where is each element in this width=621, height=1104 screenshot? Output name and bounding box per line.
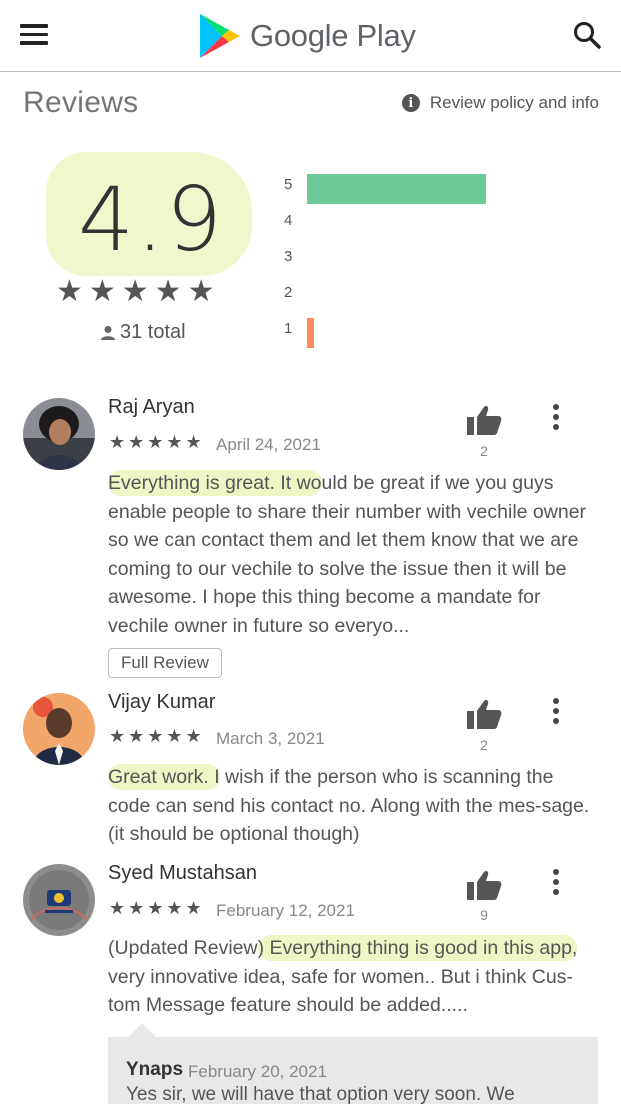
review-stars: ★★★★★ xyxy=(109,898,205,918)
reply-text: Yes sir, we will have that option very s… xyxy=(126,1084,515,1104)
review-date: February 12, 2021 xyxy=(216,901,355,920)
google-play-logo[interactable]: Google Play xyxy=(198,13,416,59)
total-reviews-label: 31 total xyxy=(120,321,186,343)
highlighted-text: Great work. I xyxy=(108,764,220,790)
thumbs-up-icon[interactable] xyxy=(466,698,502,730)
review-text-prefix: (Updated Review xyxy=(108,937,258,959)
full-review-button[interactable]: Full Review xyxy=(108,648,222,678)
review-date: April 24, 2021 xyxy=(216,435,321,454)
developer-name: Ynaps xyxy=(126,1059,184,1080)
more-options-icon[interactable] xyxy=(546,404,566,434)
avatar[interactable] xyxy=(23,864,95,936)
helpful-count: 2 xyxy=(480,737,488,753)
histogram-bar-1 xyxy=(307,318,314,348)
more-options-icon[interactable] xyxy=(546,698,566,728)
histogram-bar-5 xyxy=(307,174,486,204)
thumbs-up-icon[interactable] xyxy=(466,869,502,901)
review-stars: ★★★★★ xyxy=(109,432,205,452)
avatar[interactable] xyxy=(23,693,95,765)
average-rating-stars: ★★★★★ xyxy=(56,275,221,308)
reviewer-name[interactable]: Raj Aryan xyxy=(108,396,195,419)
more-options-icon[interactable] xyxy=(546,869,566,899)
person-icon xyxy=(101,325,115,340)
highlighted-text: ) Everything thing is good in this app, xyxy=(257,935,578,961)
histogram-label-4: 4 xyxy=(284,212,293,229)
histogram-label-3: 3 xyxy=(284,248,293,265)
review-text-body: uld be great if we you guys enable peopl… xyxy=(108,472,587,637)
review-text: (Updated Review) Everything thing is goo… xyxy=(108,934,598,1020)
hamburger-menu-icon[interactable] xyxy=(20,24,48,46)
highlighted-text: Everything is great. It wo xyxy=(108,470,322,496)
reply-pointer xyxy=(128,1023,156,1037)
reviewer-name[interactable]: Syed Mustahsan xyxy=(108,862,257,885)
helpful-count: 2 xyxy=(480,443,488,459)
review-stars: ★★★★★ xyxy=(109,726,205,746)
top-app-bar: Google Play xyxy=(0,0,621,72)
total-reviews: 31 total xyxy=(100,321,186,344)
review-text-body: very innovative idea, safe for women.. B… xyxy=(108,965,573,1017)
avatar[interactable] xyxy=(23,398,95,470)
search-icon[interactable] xyxy=(572,20,602,50)
review-policy-link[interactable]: i Review policy and info xyxy=(401,93,599,113)
reviews-heading: Reviews xyxy=(23,86,139,119)
histogram-label-2: 2 xyxy=(284,284,293,301)
reply-date: February 20, 2021 xyxy=(188,1062,327,1081)
histogram-label-5: 5 xyxy=(284,176,293,193)
play-triangle-icon xyxy=(200,14,240,58)
avatar-photo xyxy=(23,398,95,470)
info-icon: i xyxy=(401,94,420,112)
thumbs-up-icon[interactable] xyxy=(466,404,502,436)
review-text: Great work. I wish if the person who is … xyxy=(108,763,598,849)
average-rating: 4.9 xyxy=(78,168,224,271)
histogram-label-1: 1 xyxy=(284,320,293,337)
reviewer-name[interactable]: Vijay Kumar xyxy=(108,691,215,714)
review-date: March 3, 2021 xyxy=(216,729,325,748)
review-text: Everything is great. It would be great i… xyxy=(108,469,598,641)
helpful-count: 9 xyxy=(480,907,488,923)
review-policy-label: Review policy and info xyxy=(429,93,599,112)
avatar-photo xyxy=(23,864,95,936)
avatar-photo xyxy=(23,693,95,765)
brand-name: Google Play xyxy=(250,18,416,53)
